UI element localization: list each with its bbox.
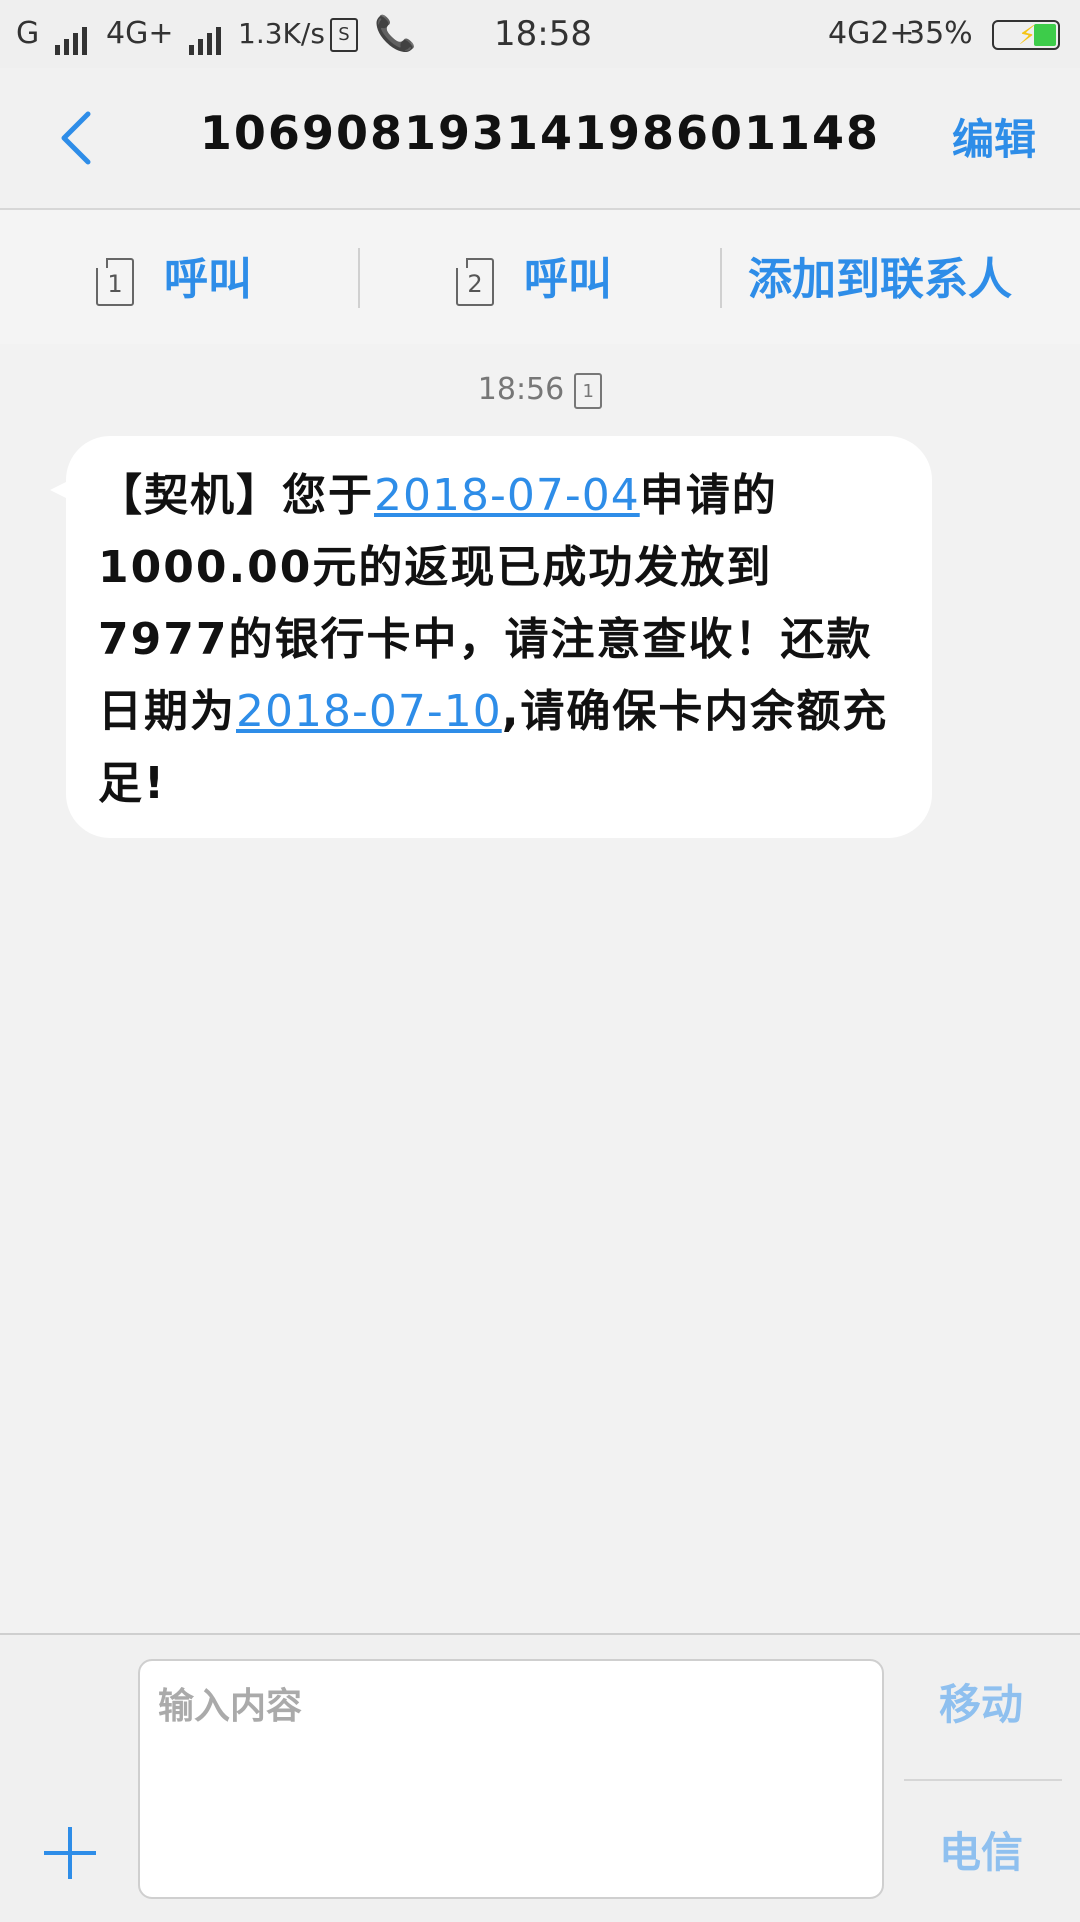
message-text: 【契机】您于2018-07-04申请的1000.00元的返现已成功发放到7977… [98, 460, 902, 820]
divider [358, 248, 360, 308]
contact-actions-bar: 1 呼叫 2 呼叫 添加到联系人 [0, 210, 1080, 344]
battery-icon: ⚡ [984, 14, 1060, 54]
message-part-1: 【契机】您于 [98, 470, 374, 521]
timestamp-text: 18:56 [477, 372, 565, 407]
carrier-label-2: 4G+ [106, 16, 174, 51]
sim2-icon: 2 [456, 258, 494, 306]
sim1-icon: 1 [574, 372, 603, 409]
message-input[interactable]: 输入内容 [138, 1659, 884, 1899]
battery-percent: 35% [906, 16, 973, 51]
call-sim2-label: 呼叫 [524, 254, 612, 305]
message-bubble[interactable]: 【契机】您于2018-07-04申请的1000.00元的返现已成功发放到7977… [50, 436, 932, 838]
call-sim1-label: 呼叫 [164, 254, 252, 305]
signal-group-1: G [16, 14, 91, 55]
carrier-label-1: G [16, 16, 40, 51]
network-type-2: 4G2+ [828, 16, 915, 51]
conversation-header: 106908193141986​01148 编辑 [0, 68, 1080, 210]
date-link-1[interactable]: 2018-07-04 [374, 470, 640, 521]
signal-group-2: 4G+ [106, 14, 225, 55]
status-bar: G 4G+ 1.3K/s S 📞 18:58 4G2+ 35% ⚡ [0, 0, 1080, 68]
sim-status-icon: S [330, 14, 358, 54]
divider [904, 1779, 1062, 1781]
phone-call-icon: 📞 [374, 14, 417, 54]
signal-bars-icon [54, 15, 91, 55]
clock: 18:58 [494, 14, 592, 54]
message-input-placeholder: 输入内容 [158, 1686, 303, 1727]
network-speed: 1.3K/s [238, 17, 325, 50]
conversation-title: 106908193141986​01148 [199, 106, 881, 160]
send-sim2-button[interactable]: 电信 [906, 1819, 1056, 1880]
divider [720, 248, 722, 308]
call-sim2-button[interactable]: 2 呼叫 [456, 250, 612, 310]
message-composer: 输入内容 移动 电信 [0, 1633, 1080, 1922]
date-link-2[interactable]: 2018-07-10 [236, 686, 502, 737]
sim1-icon: 1 [96, 258, 134, 306]
signal-bars-icon [189, 15, 225, 55]
plus-icon[interactable] [40, 1823, 100, 1883]
back-arrow-icon[interactable] [48, 108, 108, 168]
edit-button[interactable]: 编辑 [952, 106, 1036, 167]
call-sim1-button[interactable]: 1 呼叫 [96, 250, 252, 310]
add-contact-button[interactable]: 添加到联系人 [748, 250, 1012, 310]
message-timestamp: 18:56 1 [0, 372, 1080, 409]
send-sim1-button[interactable]: 移动 [906, 1671, 1056, 1732]
